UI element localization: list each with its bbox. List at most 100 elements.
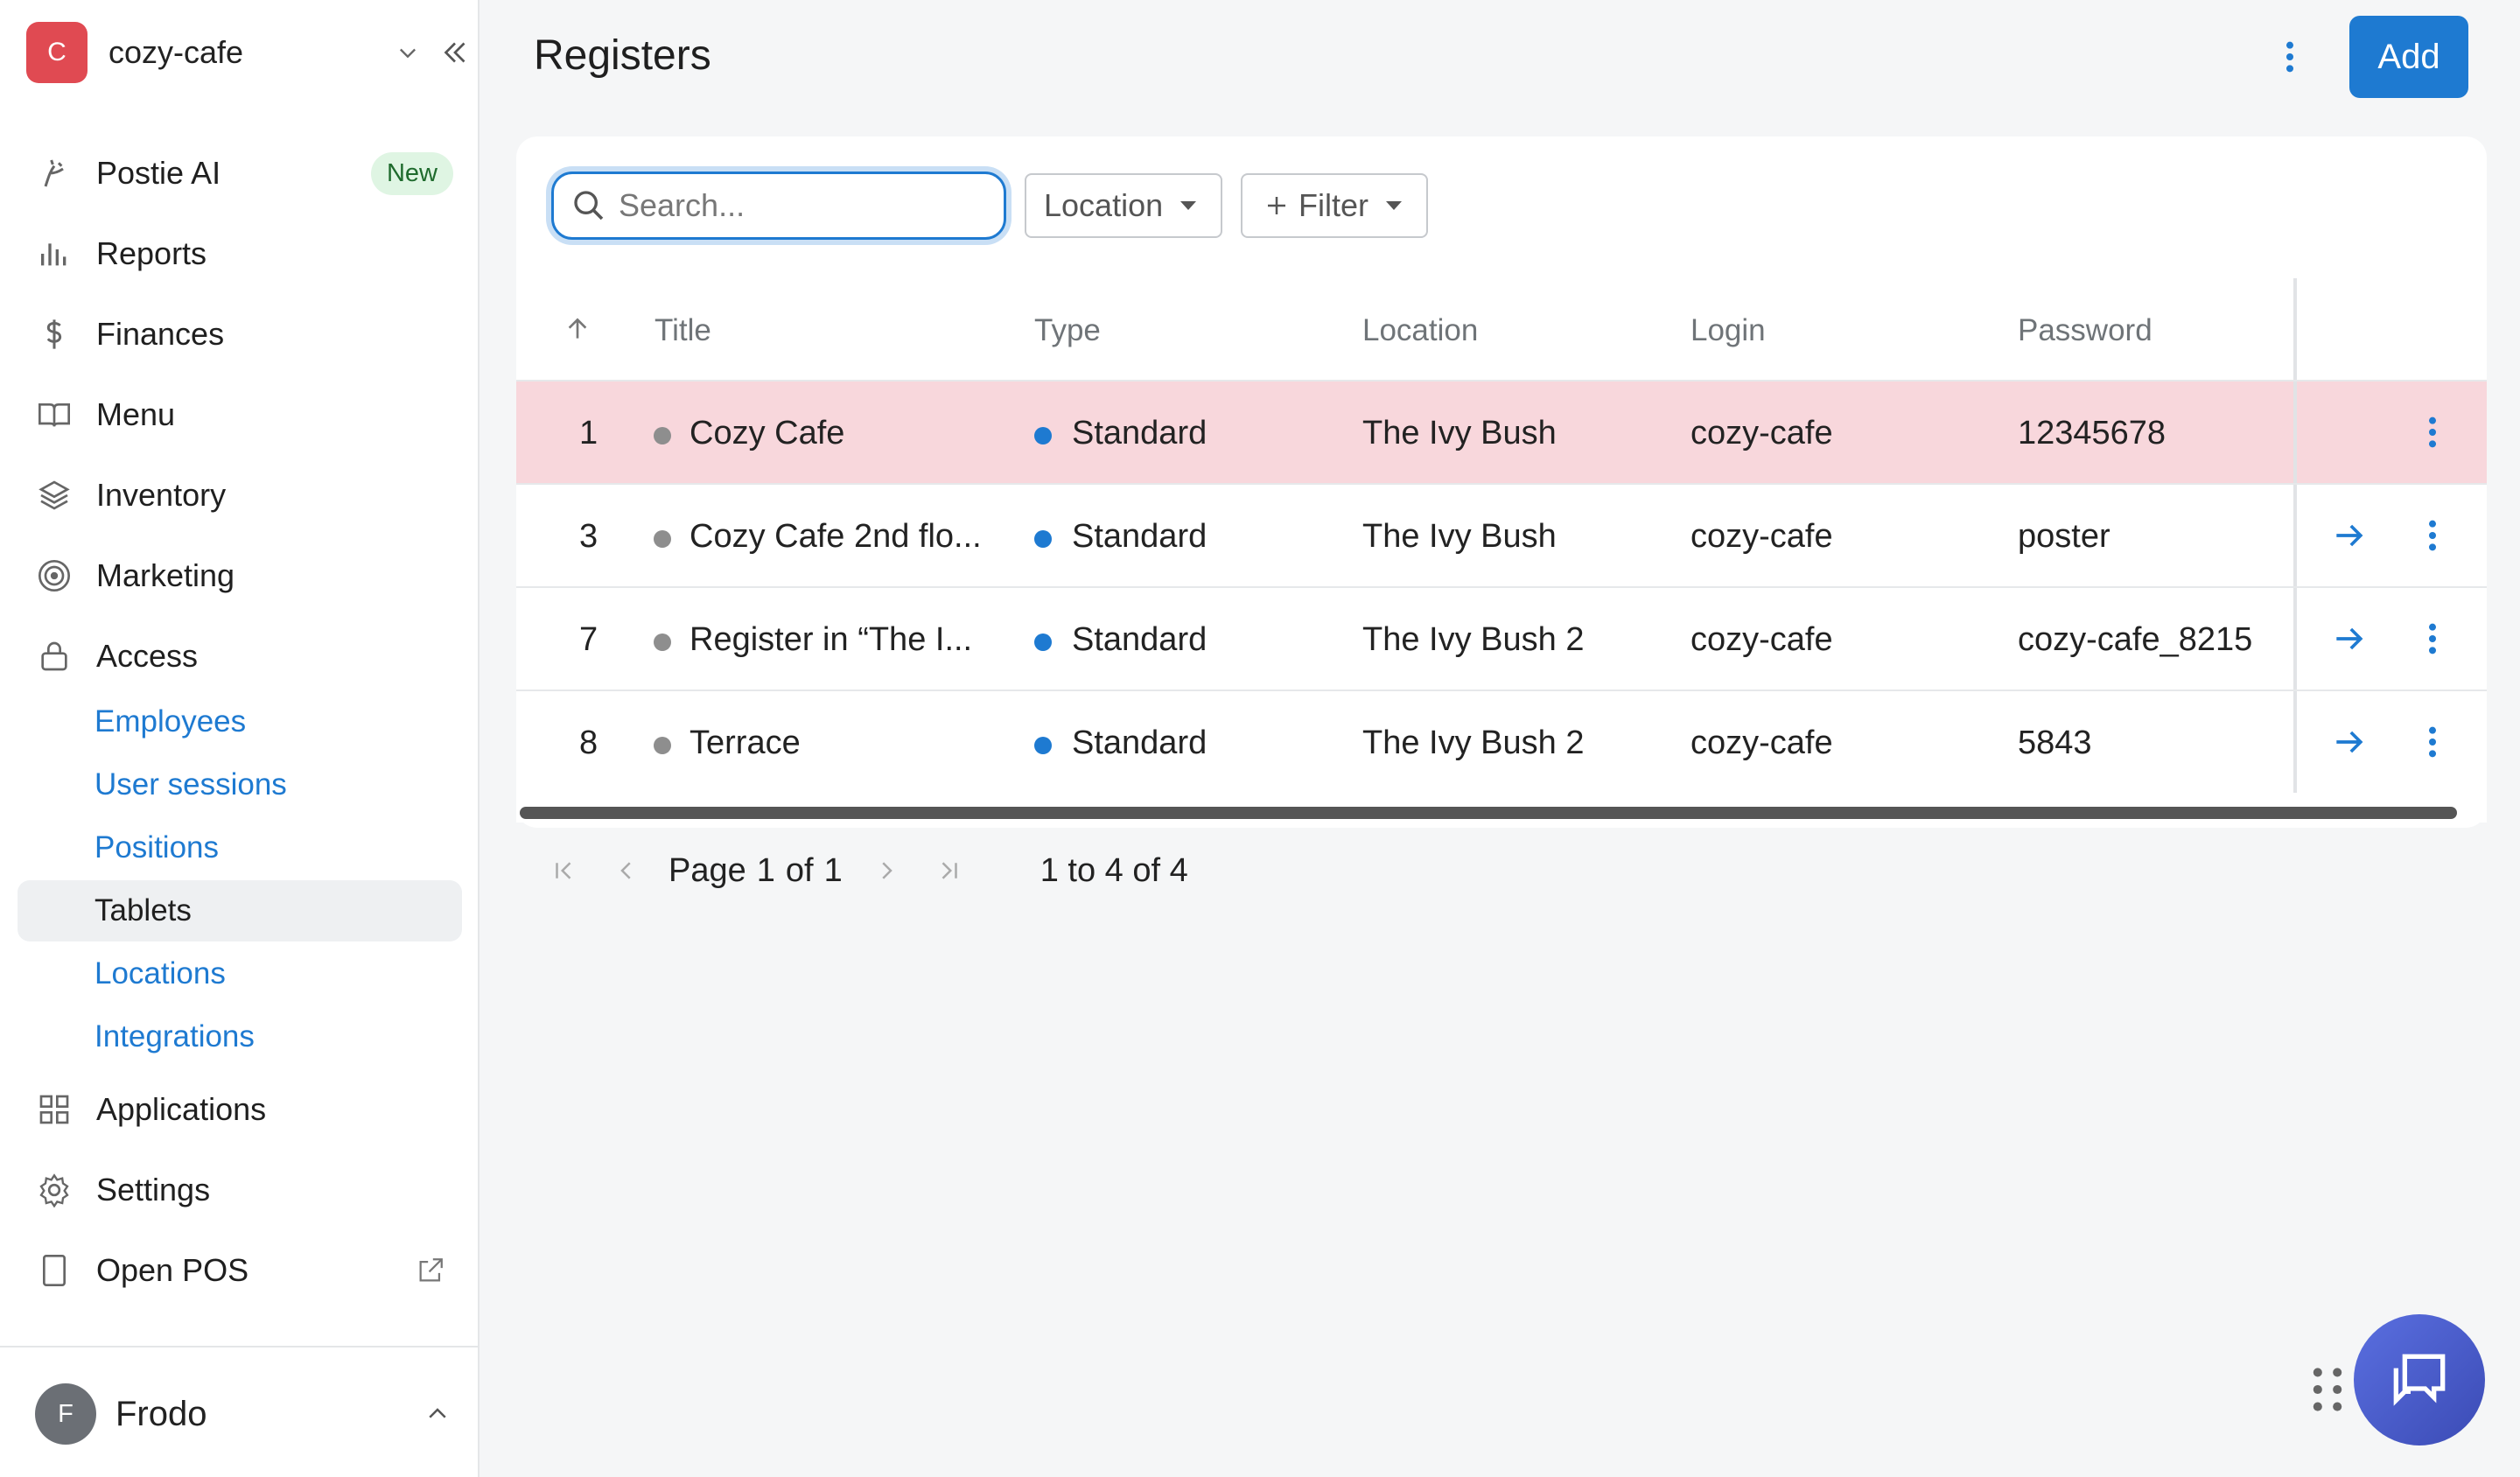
column-divider [2293,382,2297,483]
sidebar-item-finances[interactable]: Finances [18,299,466,369]
table-row[interactable]: 1 Cozy Cafe Standard The Ivy Bush cozy-c… [516,380,2487,483]
sidebar-item-label: Access [96,638,199,674]
first-page-icon[interactable] [544,851,583,890]
sidebar-item-reports[interactable]: Reports [18,219,466,289]
filter-button[interactable]: Filter [1241,173,1428,238]
sidebar-item-user-sessions[interactable]: User sessions [18,754,462,816]
row-more-icon[interactable] [2411,720,2454,764]
sidebar-item-menu[interactable]: Menu [18,380,466,450]
column-divider [2293,588,2297,690]
sidebar-item-label: Marketing [96,557,235,593]
sidebar-item-marketing[interactable]: Marketing [18,541,466,611]
sidebar-item-label: Menu [96,396,176,432]
row-type: Standard [1072,724,1208,761]
row-more-icon[interactable] [2411,514,2454,557]
sidebar-item-applications[interactable]: Applications [18,1074,466,1144]
table-row[interactable]: 7 Register in “The I... Standard The Ivy… [516,586,2487,690]
column-header-password[interactable]: Password [2018,313,2152,348]
location-filter-dropdown[interactable]: Location [1025,173,1222,238]
sidebar-item-label: Inventory [96,477,227,513]
chevron-down-icon[interactable] [390,35,425,70]
table-header: Title Type Location Login Password [516,278,2487,380]
sidebar-item-label: Integrations [94,1019,255,1054]
row-more-icon[interactable] [2411,617,2454,661]
lock-icon [35,637,74,676]
type-dot [1034,427,1052,444]
caret-down-icon [1386,201,1402,210]
sidebar-item-postie-ai[interactable]: Postie AI New [18,138,466,208]
row-title: Cozy Cafe 2nd flo... [690,518,982,555]
last-page-icon[interactable] [930,851,969,890]
column-header-type[interactable]: Type [1034,313,1101,348]
search-input[interactable] [617,186,988,225]
layers-icon [35,476,74,514]
sidebar-item-inventory[interactable]: Inventory [18,460,466,530]
chat-support-button[interactable] [2354,1314,2485,1446]
sidebar-item-label: Positions [94,830,220,864]
row-type: Standard [1072,621,1208,658]
horizontal-scrollbar[interactable] [520,807,2457,819]
sort-arrow-up-icon[interactable] [558,310,597,348]
arrow-right-icon[interactable] [2328,720,2371,764]
avatar: F [35,1383,96,1445]
filter-label: Filter [1298,187,1368,223]
row-location: The Ivy Bush 2 [1362,724,1585,761]
account-switcher[interactable]: C cozy-cafe [26,21,472,84]
next-page-icon[interactable] [867,851,906,890]
column-divider [2293,278,2297,380]
prev-page-icon[interactable] [607,851,646,890]
sidebar-item-integrations[interactable]: Integrations [18,1006,462,1068]
arrow-right-icon[interactable] [2328,514,2371,557]
column-header-location[interactable]: Location [1362,313,1478,348]
user-name: Frodo [116,1394,207,1433]
add-button[interactable]: Add [2349,16,2468,98]
bar-chart-icon [35,234,74,273]
search-box[interactable] [551,172,1006,240]
sidebar-item-label: Employees [94,704,247,738]
sidebar-item-label: Settings [96,1172,211,1208]
more-options-icon[interactable] [2268,35,2312,79]
sidebar-item-tablets[interactable]: Tablets [18,880,462,942]
tablet-icon [35,1251,74,1290]
row-login: cozy-cafe [1690,518,1833,555]
user-menu[interactable]: F Frodo [35,1382,455,1446]
type-dot [1034,737,1052,754]
column-header-title[interactable]: Title [654,313,711,348]
search-icon [570,186,608,225]
table-row[interactable]: 3 Cozy Cafe 2nd flo... Standard The Ivy … [516,483,2487,586]
row-title: Cozy Cafe [690,415,845,452]
gear-icon [35,1171,74,1209]
row-id: 3 [579,518,598,555]
arrow-right-icon[interactable] [2328,617,2371,661]
sidebar-item-locations[interactable]: Locations [18,943,462,1004]
row-more-icon[interactable] [2411,410,2454,454]
sidebar-item-positions[interactable]: Positions [18,817,462,878]
plus-icon [1264,192,1290,219]
column-divider [2293,485,2297,586]
page-title: Registers [534,32,711,79]
new-badge: New [370,151,453,195]
sidebar-item-label: Postie AI [96,155,221,191]
sidebar-item-open-pos[interactable]: Open POS [18,1236,466,1306]
table-row[interactable]: 8 Terrace Standard The Ivy Bush 2 cozy-c… [516,690,2487,793]
dollar-icon [35,315,74,354]
pagination: Page 1 of 1 1 to 4 of 4 [544,849,1188,892]
collapse-sidebar-icon[interactable] [438,35,472,70]
sidebar-divider [0,1346,480,1348]
row-id: 1 [579,415,598,452]
row-password: 5843 [2018,724,2092,761]
column-header-login[interactable]: Login [1690,313,1766,348]
location-filter-label: Location [1044,187,1164,223]
chat-icon [2393,1354,2446,1406]
of-word: of [785,851,814,889]
row-type: Standard [1072,415,1208,452]
drag-handle-icon[interactable] [2310,1365,2345,1414]
sidebar-item-employees[interactable]: Employees [18,691,462,752]
chevron-up-icon[interactable] [420,1396,455,1432]
row-password: poster [2018,518,2110,555]
sidebar-item-access[interactable]: Access [18,621,466,691]
current-page: 1 [756,851,775,889]
sidebar-item-settings[interactable]: Settings [18,1155,466,1225]
book-icon [35,396,74,434]
page-word: Page [668,851,746,889]
